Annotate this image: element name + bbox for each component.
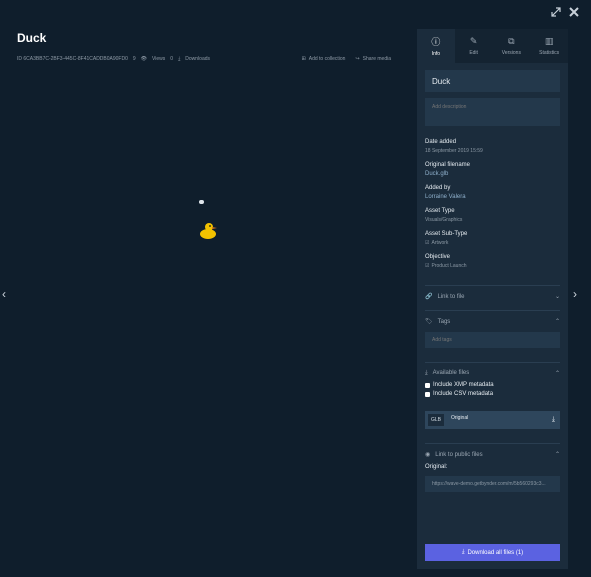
- asset-subtype-label: Asset Sub-Type: [425, 231, 468, 237]
- next-arrow-icon[interactable]: ›: [573, 287, 577, 301]
- share-media-button[interactable]: ↪ Share media: [355, 56, 391, 62]
- download-icon: ⤓: [461, 549, 465, 555]
- globe-icon: ◉: [425, 452, 431, 458]
- description-input[interactable]: [425, 98, 560, 126]
- file-row[interactable]: GLB Original ⤓: [425, 411, 560, 429]
- checkbox-checked-icon: ☑: [425, 263, 430, 269]
- download-icon: ⤓: [425, 370, 428, 376]
- download-all-label: Download all files (1): [467, 549, 524, 556]
- panel-tabs: ⓘ Info ✎ Edit ⧉ Versions ▥ Statistics: [417, 29, 568, 63]
- asset-title: Duck: [17, 31, 47, 45]
- file-type-badge: GLB: [428, 414, 444, 426]
- tab-versions[interactable]: ⧉ Versions: [492, 29, 531, 63]
- link-to-file-section[interactable]: 🔗 Link to file ⌄: [425, 285, 560, 300]
- eye-icon: 👁: [140, 56, 148, 62]
- info-panel: ⓘ Info ✎ Edit ⧉ Versions ▥ Statistics Da…: [417, 29, 568, 569]
- tags-input[interactable]: [425, 332, 560, 348]
- chevron-up-icon: ⌃: [554, 319, 560, 325]
- edit-icon: ✎: [469, 36, 478, 46]
- panel-body: Date added 18 September 2019 15:59 Origi…: [417, 63, 568, 492]
- views-label: Views: [152, 56, 166, 62]
- tab-edit[interactable]: ✎ Edit: [454, 29, 493, 63]
- include-xmp-option[interactable]: Include XMP metadata: [425, 382, 560, 388]
- objective-label: Objective: [425, 254, 451, 260]
- include-csv-checkbox[interactable]: [425, 391, 430, 397]
- asset-type-value: Visuals/Graphics: [425, 217, 463, 223]
- tags-section[interactable]: 🏷 Tags ⌃: [425, 310, 560, 325]
- previous-arrow-icon[interactable]: ‹: [2, 287, 6, 301]
- views-count: 0: [170, 56, 174, 62]
- expand-icon[interactable]: [551, 6, 561, 20]
- tab-info[interactable]: ⓘ Info: [417, 29, 455, 63]
- include-csv-option[interactable]: Include CSV metadata: [425, 391, 560, 397]
- date-added-label: Date added: [425, 139, 457, 145]
- available-files-section[interactable]: ⤓ Available files ⌃: [425, 362, 560, 377]
- link-icon: 🔗: [425, 294, 433, 300]
- downloads-label: Downloads: [185, 56, 211, 62]
- share-media-label: Share media: [362, 56, 391, 62]
- available-files-label: Available files: [432, 370, 470, 376]
- tab-info-label: Info: [431, 51, 441, 57]
- asset-type-label: Asset Type: [425, 208, 455, 214]
- add-to-collection-label: Add to collection: [308, 56, 346, 62]
- statistics-icon: ▥: [544, 36, 554, 46]
- added-by-label: Added by: [425, 185, 451, 191]
- added-by-value[interactable]: Lorraine Valera: [425, 194, 560, 200]
- filename-label: Original filename: [425, 162, 471, 168]
- tab-statistics-label: Statistics: [539, 50, 560, 56]
- plus-square-icon: ⊞: [301, 56, 306, 62]
- tab-statistics[interactable]: ▥ Statistics: [530, 29, 568, 63]
- download-file-icon[interactable]: ⤓: [552, 416, 555, 424]
- duck-model[interactable]: [198, 222, 218, 245]
- filename-value: Duck.glb: [425, 171, 449, 177]
- tab-versions-label: Versions: [501, 50, 521, 56]
- added-by-field: Added by Lorraine Valera: [425, 185, 560, 200]
- objective-value: Product Launch: [431, 263, 467, 269]
- info-icon: ⓘ: [431, 37, 441, 47]
- close-icon[interactable]: [569, 6, 579, 20]
- checkbox-checked-icon: ☑: [425, 240, 430, 246]
- asset-actions: ⊞ Add to collection ↪ Share media: [302, 56, 391, 62]
- asset-type-field: Asset Type Visuals/Graphics: [425, 208, 560, 223]
- asset-meta: ID 6CA3BB7C-2BF3-445C-8F41CADDB0A90FD0 9…: [17, 56, 210, 62]
- tags-label: Tags: [437, 319, 451, 325]
- objective-option: ☑ Product Launch: [425, 263, 560, 269]
- download-all-button[interactable]: ⤓ Download all files (1): [425, 544, 560, 561]
- public-original-label: Original:: [425, 464, 448, 470]
- chevron-up-icon: ⌃: [554, 452, 560, 458]
- tab-edit-label: Edit: [469, 50, 478, 56]
- file-name: Original: [451, 414, 469, 421]
- chevron-up-icon: ⌃: [554, 371, 560, 377]
- chevron-down-icon: ⌄: [554, 294, 560, 300]
- objective-field: Objective ☑ Product Launch: [425, 254, 560, 269]
- asset-subtype-option: ☑ Artwork: [425, 240, 560, 246]
- public-url-field[interactable]: [425, 476, 560, 492]
- link-public-label: Link to public files: [435, 452, 483, 458]
- viewer-marker: [199, 200, 204, 204]
- link-to-file-label: Link to file: [437, 294, 465, 300]
- asset-id-suffix: 9: [132, 56, 136, 62]
- include-xmp-label: Include XMP metadata: [433, 382, 494, 388]
- date-added-field: Date added 18 September 2019 15:59: [425, 139, 560, 154]
- asset-subtype-value: Artwork: [431, 240, 449, 246]
- asset-subtype-field: Asset Sub-Type ☑ Artwork: [425, 231, 560, 246]
- versions-icon: ⧉: [508, 36, 515, 46]
- add-to-collection-button[interactable]: ⊞ Add to collection: [302, 56, 346, 62]
- date-added-value: 18 September 2019 15:59: [425, 148, 483, 154]
- asset-id: ID 6CA3BB7C-2BF3-445C-8F41CADDB0A90FD0: [17, 56, 128, 62]
- include-csv-label: Include CSV metadata: [433, 391, 494, 397]
- tag-icon: 🏷: [425, 319, 433, 325]
- link-public-files-section[interactable]: ◉ Link to public files ⌃: [425, 443, 560, 458]
- asset-name-input[interactable]: [425, 70, 560, 92]
- filename-field: Original filename Duck.glb: [425, 162, 560, 177]
- include-xmp-checkbox[interactable]: [425, 382, 430, 388]
- download-icon: ⤓: [178, 56, 181, 62]
- share-icon: ↪: [355, 56, 360, 62]
- media-viewer[interactable]: [17, 70, 412, 565]
